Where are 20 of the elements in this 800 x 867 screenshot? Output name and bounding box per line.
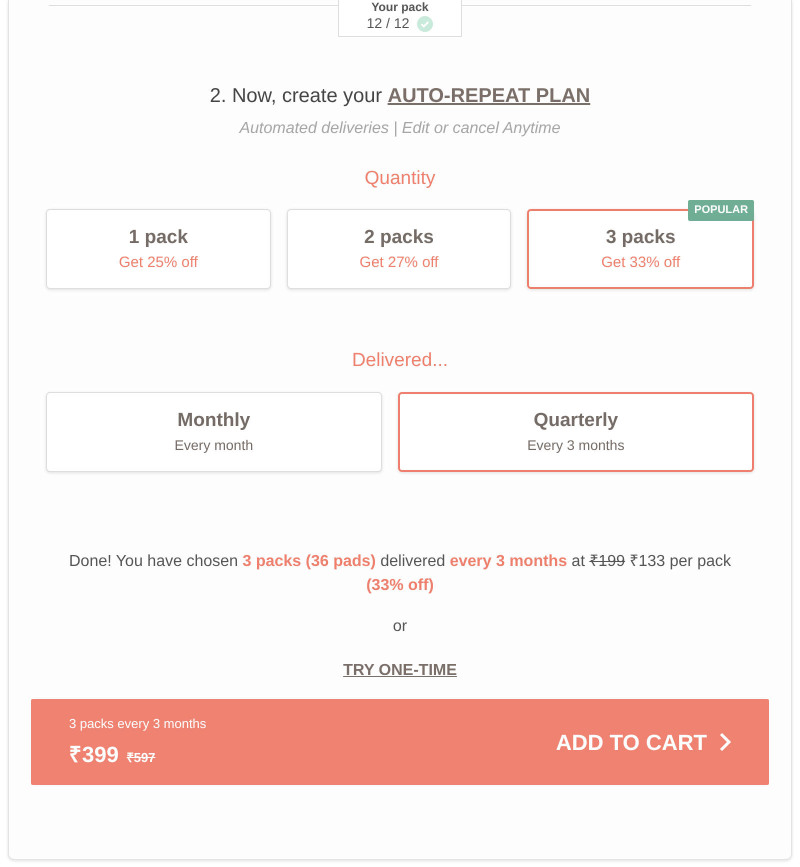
popular-badge: POPULAR <box>688 200 754 221</box>
quantity-option[interactable]: 2 packs Get 27% off <box>286 209 512 290</box>
chevron-right-icon <box>719 732 731 752</box>
pack-count: 12 / 12 <box>366 14 410 32</box>
or-separator: or <box>392 617 408 638</box>
one-time-link[interactable]: TRY ONE-TIME <box>343 662 457 680</box>
price: ₹399 <box>69 740 119 769</box>
plan-link[interactable]: AUTO-REPEAT PLAN <box>388 84 590 107</box>
delivery-title: Delivered... <box>350 349 450 374</box>
quantity-title: Quantity <box>364 166 436 191</box>
subheading: Automated deliveries | Edit or cancel Anytime <box>238 118 562 139</box>
summary-sentence: Done! You have chosen 3 packs (36 pads) delivered every 3 months at ₹199 ₹133 per pack (33% off) <box>68 552 732 596</box>
heading-text: 2. Now, create your <box>210 84 384 107</box>
old-price: ₹597 <box>126 748 156 767</box>
add-to-cart-button[interactable]: ADD TO CART <box>556 726 731 759</box>
delivery-option[interactable]: Quarterly Every 3 months <box>398 392 754 472</box>
delivery-option[interactable]: Monthly Every month <box>46 392 382 472</box>
plan-text: 3 packs every 3 months <box>69 715 206 734</box>
quantity-option[interactable]: 1 pack Get 25% off <box>46 209 271 290</box>
pack-label: Your pack <box>370 0 430 14</box>
